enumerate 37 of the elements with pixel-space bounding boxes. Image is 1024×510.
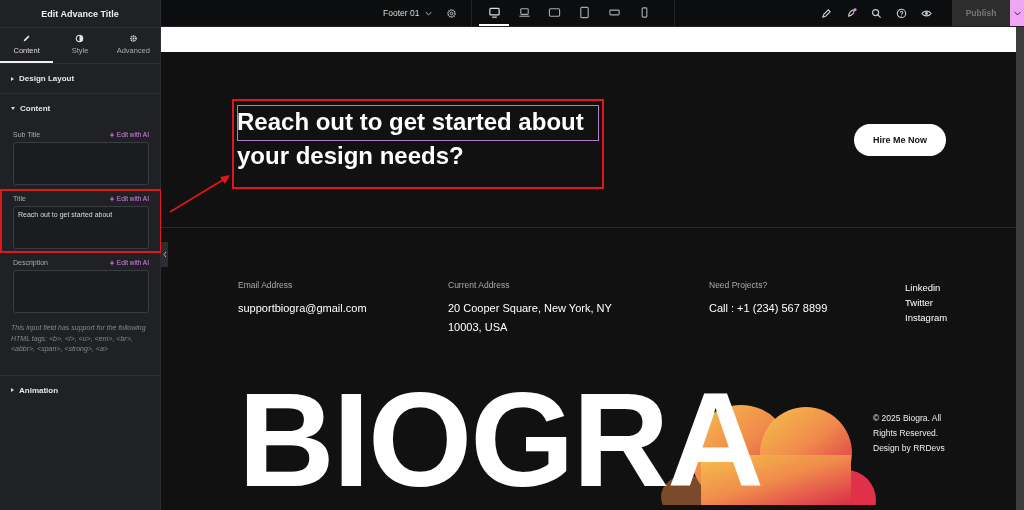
help-icon[interactable] bbox=[896, 7, 907, 19]
panel-title: Edit Advance Title bbox=[0, 0, 160, 28]
social-link[interactable]: Linkedin bbox=[905, 280, 948, 295]
desktop-icon bbox=[487, 5, 501, 19]
contact-label: Current Address bbox=[448, 280, 511, 290]
chevron-left-icon bbox=[162, 251, 167, 258]
collapse-panel-button[interactable] bbox=[161, 242, 168, 267]
annotation-arrow bbox=[168, 172, 232, 214]
eye-icon[interactable] bbox=[921, 7, 932, 19]
copyright-text: © 2025 Biogra. All Rights Reserved. Design by RRDevs bbox=[873, 412, 946, 455]
pencil-icon bbox=[22, 34, 32, 43]
settings-icon[interactable] bbox=[446, 7, 458, 19]
sparkle-icon bbox=[108, 259, 115, 266]
contact-label: Need Projects? bbox=[709, 280, 769, 290]
tablet-icon bbox=[547, 5, 561, 19]
template-dropdown[interactable]: Footer 01 bbox=[383, 8, 433, 18]
chevron-down-icon bbox=[1013, 10, 1021, 16]
contrast-icon bbox=[75, 34, 85, 43]
pen-icon[interactable] bbox=[821, 7, 832, 19]
section-toggle[interactable]: Design Layout bbox=[0, 64, 160, 93]
gear-icon bbox=[128, 34, 138, 43]
social-link[interactable]: Instagram bbox=[905, 310, 948, 325]
laptop-icon bbox=[517, 5, 531, 19]
rocket-icon[interactable] bbox=[846, 7, 857, 19]
contact-value: supportbiogra@gmail.com bbox=[238, 301, 368, 316]
tablet-icon bbox=[577, 5, 591, 19]
search-icon[interactable] bbox=[871, 7, 882, 19]
sparkle-icon bbox=[108, 131, 115, 138]
section-toggle[interactable]: Animation bbox=[0, 375, 160, 405]
chevron-down-icon bbox=[425, 10, 433, 16]
contact-label: Email Address bbox=[238, 280, 294, 290]
section-toggle[interactable]: Content bbox=[0, 94, 160, 123]
social-link[interactable]: Twitter bbox=[905, 295, 948, 310]
hire-button[interactable]: Hire Me Now bbox=[854, 124, 946, 156]
contact-value: 20 Cooper Square, New York, NY 10003, USA bbox=[448, 301, 613, 335]
contact-value: Call : +1 (234) 567 8899 bbox=[709, 301, 829, 316]
sparkle-icon bbox=[108, 195, 115, 202]
